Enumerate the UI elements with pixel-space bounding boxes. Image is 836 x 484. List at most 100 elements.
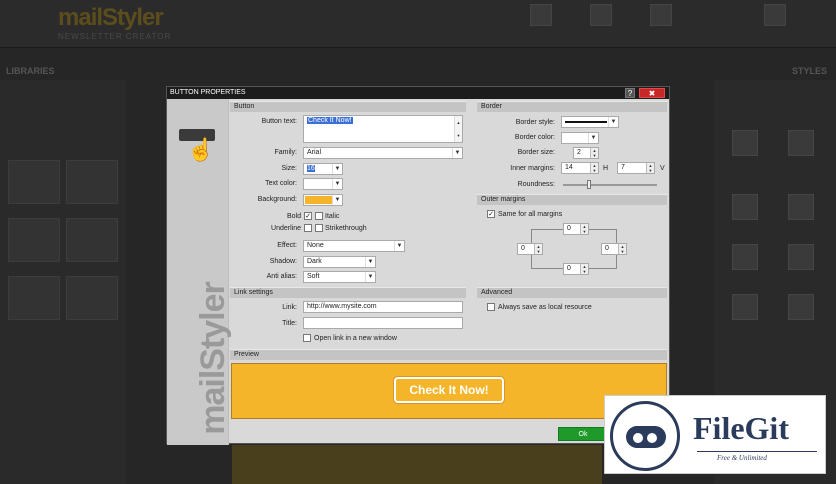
same-margins-label: Same for all margins	[498, 211, 563, 218]
filegit-watermark: FileGit Free & Unlimited	[604, 395, 826, 474]
library-thumbnail[interactable]	[8, 160, 60, 204]
library-thumbnail[interactable]	[66, 160, 118, 204]
title-input[interactable]	[303, 317, 463, 329]
textarea-scrollbar[interactable]: ▲ ▼	[454, 116, 462, 142]
ok-button[interactable]: Ok	[558, 427, 608, 441]
library-thumbnail[interactable]	[8, 276, 60, 320]
style-tile[interactable]	[788, 244, 814, 270]
border-size-label: Border size:	[517, 149, 555, 156]
border-size-stepper[interactable]: 2 ▲ ▼	[573, 147, 599, 159]
library-thumbnail[interactable]	[66, 218, 118, 262]
styles-title: STYLES	[792, 66, 828, 76]
bold-checkbox[interactable]: ✓	[304, 212, 312, 220]
chevron-down-icon: ▼	[452, 148, 462, 158]
section-header-link-settings: Link settings	[230, 287, 466, 298]
strikethrough-checkbox[interactable]	[315, 224, 323, 232]
style-tile[interactable]	[788, 294, 814, 320]
text-color-picker[interactable]: ▼	[303, 178, 343, 190]
cloud-icon	[626, 426, 666, 448]
inner-margin-v-stepper[interactable]: 7 ▲ ▼	[617, 162, 655, 174]
app-logo-subtitle: NEWSLETTER CREATOR	[58, 32, 172, 41]
library-thumbnail[interactable]	[66, 276, 118, 320]
style-tile[interactable]	[732, 244, 758, 270]
chevron-down-icon: ▼	[394, 241, 404, 251]
style-tile[interactable]	[788, 130, 814, 156]
size-select[interactable]: 16 ▼	[303, 163, 343, 175]
stepper-arrows-icon[interactable]: ▲ ▼	[590, 163, 598, 173]
stepper-arrows-icon[interactable]: ▲ ▼	[580, 264, 588, 274]
link-input[interactable]: http://www.mysite.com	[303, 301, 463, 313]
inner-margin-h-stepper[interactable]: 14 ▲ ▼	[561, 162, 599, 174]
outer-margin-right-stepper[interactable]: 0 ▲ ▼	[601, 243, 627, 255]
bold-label: Bold	[286, 213, 301, 220]
preview-area: Check It Now!	[231, 363, 667, 419]
italic-checkbox[interactable]	[315, 212, 323, 220]
stepper-arrows-icon[interactable]: ▲ ▼	[580, 224, 588, 234]
preview-button: Check It Now!	[394, 377, 504, 403]
outer-margin-left-stepper[interactable]: 0 ▲ ▼	[517, 243, 543, 255]
new-window-checkbox[interactable]	[303, 334, 311, 342]
border-color-label: Border color:	[514, 134, 555, 141]
roundness-label: Roundness:	[517, 181, 555, 188]
same-margins-checkbox[interactable]: ✓	[487, 210, 495, 218]
section-header-outer-margins: Outer margins	[477, 194, 667, 205]
filegit-tagline: Free & Unlimited	[717, 454, 767, 462]
toolbar-tile-1[interactable]	[530, 4, 552, 26]
chevron-down-icon: ▼	[365, 272, 375, 282]
style-tile[interactable]	[732, 194, 758, 220]
background-color-picker[interactable]: ▼	[303, 194, 343, 206]
chevron-down-icon: ▼	[608, 117, 618, 127]
cloud-eye-right	[647, 433, 657, 443]
roundness-slider-handle[interactable]	[587, 180, 591, 189]
filegit-divider	[697, 451, 817, 452]
background-color-swatch	[305, 196, 332, 204]
outer-margin-bottom-value: 0	[567, 265, 571, 272]
family-value: Arial	[307, 149, 322, 156]
stepper-arrows-icon[interactable]: ▲ ▼	[534, 244, 542, 254]
border-color-picker[interactable]: ▼	[561, 132, 599, 144]
help-button[interactable]: ?	[625, 88, 635, 98]
outer-margin-right-value: 0	[605, 245, 609, 252]
libraries-title: LIBRARIES	[6, 66, 55, 76]
dialog-title: BUTTON PROPERTIES	[167, 87, 669, 99]
antialias-select[interactable]: Soft ▼	[303, 271, 376, 283]
underline-checkbox[interactable]	[304, 224, 312, 232]
button-text-input[interactable]: Check It Now! ▲ ▼	[303, 115, 463, 143]
family-select[interactable]: Arial ▼	[303, 147, 463, 159]
save-local-checkbox[interactable]	[487, 303, 495, 311]
outer-margin-bottom-stepper[interactable]: 0 ▲ ▼	[563, 263, 589, 275]
button-text-value: Check It Now!	[307, 117, 353, 124]
inner-margins-label: Inner margins:	[510, 165, 555, 172]
effect-value: None	[307, 242, 324, 249]
antialias-label: Anti alias:	[266, 273, 297, 280]
chevron-down-icon: ▼	[332, 195, 342, 205]
outer-margin-top-stepper[interactable]: 0 ▲ ▼	[563, 223, 589, 235]
roundness-slider-track[interactable]	[563, 184, 657, 186]
stepper-arrows-icon[interactable]: ▲ ▼	[590, 148, 598, 158]
section-header-border: Border	[477, 101, 667, 112]
app-toolbar: mailStyler NEWSLETTER CREATOR	[0, 0, 836, 48]
library-thumbnail[interactable]	[8, 218, 60, 262]
style-tile[interactable]	[788, 194, 814, 220]
toolbar-tile-2[interactable]	[590, 4, 612, 26]
toolbar-tile-4[interactable]	[764, 4, 786, 26]
effect-select[interactable]: None ▼	[303, 240, 405, 252]
cloud-eye-left	[633, 433, 643, 443]
close-button[interactable]: ✖	[639, 88, 665, 98]
shadow-label: Shadow:	[269, 258, 297, 265]
style-tile[interactable]	[732, 294, 758, 320]
stepper-arrows-icon[interactable]: ▲ ▼	[646, 163, 654, 173]
sidebar-wordmark: mailStyler	[193, 282, 232, 435]
libraries-panel	[0, 80, 126, 484]
effect-label: Effect:	[277, 242, 297, 249]
v-label: V	[660, 165, 665, 172]
dialog-sidebar: ☝ mailStyler	[167, 99, 232, 445]
email-canvas	[232, 445, 602, 484]
stepper-arrows-icon[interactable]: ▲ ▼	[618, 244, 626, 254]
size-value: 16	[307, 165, 315, 172]
border-style-select[interactable]: ▼	[561, 116, 619, 128]
style-tile[interactable]	[732, 130, 758, 156]
toolbar-tile-3[interactable]	[650, 4, 672, 26]
shadow-select[interactable]: Dark ▼	[303, 256, 376, 268]
italic-label: Italic	[325, 213, 340, 220]
